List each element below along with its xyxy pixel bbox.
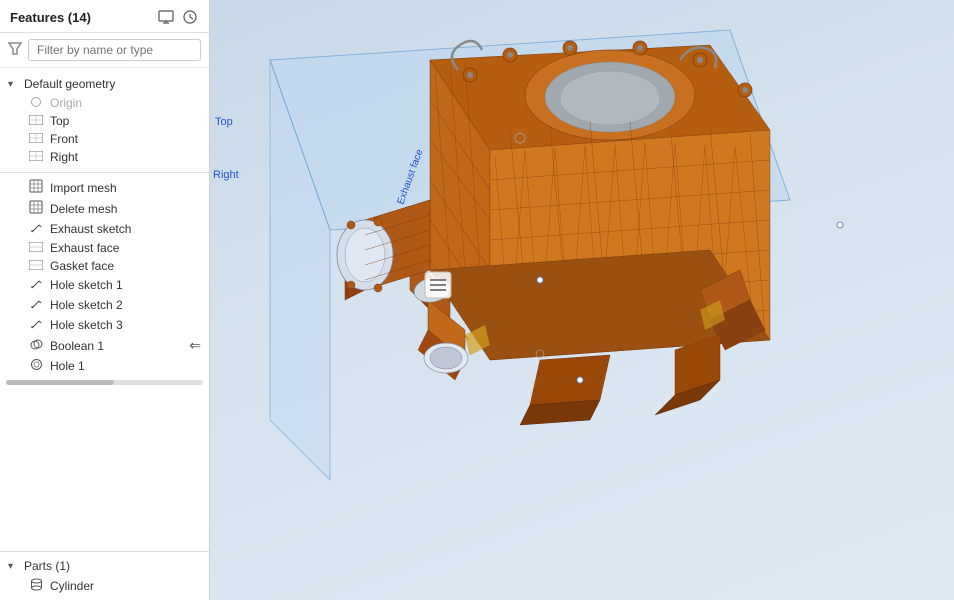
front-label: Front	[50, 132, 78, 146]
parts-chevron-icon: ▾	[8, 561, 20, 572]
panel-header-icons	[157, 8, 199, 26]
boolean-arrow-icon: ⇐	[189, 337, 201, 354]
divider-1	[0, 172, 209, 173]
exhaust-face-icon	[28, 242, 44, 255]
hole-sketch-1-icon	[28, 277, 44, 293]
search-container	[0, 33, 209, 68]
tree-item-boolean-1[interactable]: Boolean 1 ⇐	[0, 335, 209, 356]
parts-label: Parts (1)	[24, 559, 70, 573]
gasket-face-icon	[28, 260, 44, 273]
features-panel: Features (14)	[0, 0, 210, 600]
default-geometry-header[interactable]: ▾ Default geometry	[0, 74, 209, 94]
hole-sketch-2-icon	[28, 297, 44, 313]
right-view-label: Right	[213, 169, 239, 181]
right-plane-icon	[28, 151, 44, 164]
tree-item-hole-1[interactable]: Hole 1	[0, 356, 209, 376]
top-plane-icon	[28, 115, 44, 128]
parts-header[interactable]: ▾ Parts (1)	[0, 556, 209, 576]
hole-sketch-1-label: Hole sketch 1	[50, 278, 123, 292]
tree-item-hole-sketch-2[interactable]: Hole sketch 2	[0, 295, 209, 315]
exhaust-face-label: Exhaust face	[50, 241, 119, 255]
tree-item-top[interactable]: Top	[0, 112, 209, 130]
chevron-down-icon: ▾	[8, 79, 20, 90]
tree-item-hole-sketch-1[interactable]: Hole sketch 1	[0, 275, 209, 295]
hole-sketch-3-label: Hole sketch 3	[50, 318, 123, 332]
monitor-icon[interactable]	[157, 8, 175, 26]
parts-section: ▾ Parts (1) Cylinder	[0, 551, 209, 600]
tree-item-exhaust-sketch[interactable]: Exhaust sketch	[0, 219, 209, 239]
exhaust-sketch-label: Exhaust sketch	[50, 222, 131, 236]
tree-item-import-mesh[interactable]: Import mesh	[0, 177, 209, 198]
cylinder-label: Cylinder	[50, 579, 94, 593]
viewport: Exhaust face Top Right	[210, 0, 954, 600]
3d-scene: Exhaust face Top Right	[210, 0, 950, 600]
gasket-face-label: Gasket face	[50, 259, 114, 273]
tree-item-front[interactable]: Front	[0, 130, 209, 148]
cylinder-icon	[28, 578, 44, 594]
import-mesh-label: Import mesh	[50, 181, 117, 195]
boolean-1-icon	[28, 338, 44, 354]
clock-icon[interactable]	[181, 8, 199, 26]
exhaust-sketch-icon	[28, 221, 44, 237]
tree-item-hole-sketch-3[interactable]: Hole sketch 3	[0, 315, 209, 335]
origin-label: Origin	[50, 96, 82, 110]
hole-sketch-2-label: Hole sketch 2	[50, 298, 123, 312]
tree-item-cylinder[interactable]: Cylinder	[0, 576, 209, 596]
front-plane-icon	[28, 133, 44, 146]
hole-sketch-3-icon	[28, 317, 44, 333]
scrollbar-track[interactable]	[6, 380, 203, 385]
tree-item-right[interactable]: Right	[0, 148, 209, 166]
tree-container: ▾ Default geometry Origin Top	[0, 68, 209, 551]
tree-item-exhaust-face[interactable]: Exhaust face	[0, 239, 209, 257]
top-view-label: Top	[215, 116, 233, 128]
import-mesh-icon	[28, 179, 44, 196]
top-label: Top	[50, 114, 69, 128]
default-geometry-section: ▾ Default geometry Origin Top	[0, 72, 209, 168]
search-input[interactable]	[28, 39, 201, 61]
default-geometry-label: Default geometry	[24, 77, 115, 91]
origin-icon	[28, 97, 44, 110]
tree-item-delete-mesh[interactable]: Delete mesh	[0, 198, 209, 219]
tree-item-gasket-face[interactable]: Gasket face	[0, 257, 209, 275]
filter-icon	[8, 42, 22, 59]
panel-header: Features (14)	[0, 0, 209, 33]
delete-mesh-label: Delete mesh	[50, 202, 117, 216]
tree-item-origin[interactable]: Origin	[0, 94, 209, 112]
panel-title: Features (14)	[10, 10, 91, 25]
delete-mesh-icon	[28, 200, 44, 217]
hole-1-icon	[28, 358, 44, 374]
hole-1-label: Hole 1	[50, 359, 85, 373]
boolean-1-label: Boolean 1	[50, 339, 104, 353]
right-label: Right	[50, 150, 78, 164]
